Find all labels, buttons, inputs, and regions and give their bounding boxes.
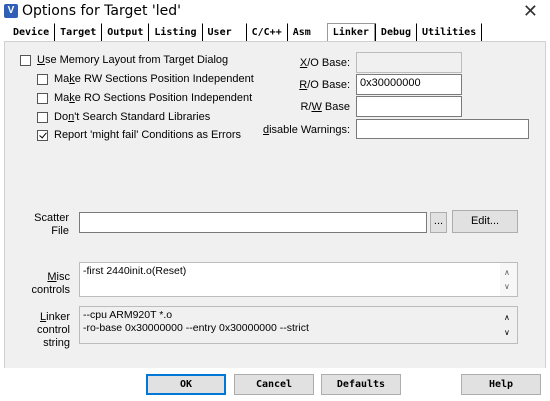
no-std-libs-label: Don't Search Standard Libraries — [54, 111, 211, 123]
ro-base-input[interactable]: 0x30000000 — [356, 74, 462, 95]
scatter-browse-button[interactable]: ... — [430, 212, 447, 233]
linker-control-line: -ro-base 0x30000000 --entry 0x30000000 -… — [83, 322, 309, 334]
ro-independent-option[interactable]: Make RO Sections Position Independent — [37, 92, 252, 104]
dialog-button-bar: OK Cancel Defaults Help — [0, 368, 550, 401]
ro-independent-label: Make RO Sections Position Independent — [54, 92, 253, 104]
no-std-libs-option[interactable]: Don't Search Standard Libraries — [37, 111, 210, 123]
tab-linker[interactable]: Linker — [326, 23, 375, 42]
use-memory-layout-option[interactable]: Use Memory Layout from Target Dialog — [20, 54, 228, 66]
rw-base-input[interactable] — [356, 96, 462, 117]
linker-control-label: Linker control string — [36, 311, 70, 349]
tab-output[interactable]: Output — [101, 23, 149, 41]
scroll-up-icon[interactable]: ∧ — [504, 266, 510, 279]
rw-base-label: R/W Base — [300, 101, 350, 113]
xo-base-input[interactable] — [356, 52, 462, 73]
might-fail-label: Report 'might fail' Conditions as Errors — [54, 129, 241, 141]
tab-listing[interactable]: Listing — [148, 23, 202, 41]
linker-control-line: --cpu ARM920T *.o — [83, 309, 173, 321]
window-title: Options for Target 'led' — [22, 3, 182, 19]
scroll-up-icon[interactable]: ∧ — [504, 311, 510, 324]
tab-user[interactable]: User — [201, 23, 246, 41]
use-memory-layout-checkbox[interactable] — [20, 54, 31, 66]
rw-independent-checkbox[interactable] — [37, 73, 48, 85]
close-icon[interactable]: ✕ — [523, 1, 538, 22]
tab-device[interactable]: Device — [8, 23, 55, 41]
tab-cpp[interactable]: C/C++ — [245, 23, 287, 41]
use-memory-layout-label: Use Memory Layout from Target Dialog — [37, 54, 229, 66]
no-std-libs-checkbox[interactable] — [37, 111, 48, 123]
linker-scrollbar[interactable]: ∧ ∨ — [500, 307, 517, 343]
misc-controls-text: -first 2440init.o(Reset) — [83, 265, 187, 277]
rw-independent-option[interactable]: Make RW Sections Position Independent — [37, 73, 254, 85]
linker-control-string[interactable]: --cpu ARM920T *.o -ro-base 0x30000000 --… — [79, 306, 518, 344]
cancel-button[interactable]: Cancel — [234, 374, 314, 395]
tab-asm[interactable]: Asm — [286, 23, 327, 41]
rw-independent-label: Make RW Sections Position Independent — [54, 73, 254, 85]
defaults-button[interactable]: Defaults — [321, 374, 401, 395]
scroll-down-icon[interactable]: ∨ — [504, 326, 510, 339]
scatter-edit-button[interactable]: Edit... — [452, 210, 518, 233]
misc-scrollbar[interactable]: ∧ ∨ — [500, 263, 517, 296]
disable-warnings-input[interactable] — [356, 119, 529, 139]
misc-controls-textarea[interactable]: -first 2440init.o(Reset) ∧ ∨ — [79, 262, 518, 297]
scatter-file-label: Scatter File — [34, 212, 69, 237]
title-bar: V Options for Target 'led' ✕ — [0, 0, 550, 24]
keil-app-icon: V — [4, 4, 18, 18]
linker-options-panel: Use Memory Layout from Target Dialog Mak… — [4, 41, 546, 370]
misc-controls-label: Misc controls — [31, 271, 70, 296]
ro-independent-checkbox[interactable] — [37, 92, 48, 104]
ok-button[interactable]: OK — [146, 374, 226, 395]
xo-base-label: X/O Base: — [299, 57, 350, 69]
tab-strip: Device Target Output Listing User C/C++ … — [8, 22, 483, 42]
tab-utilities[interactable]: Utilities — [416, 23, 483, 41]
disable-warnings-label: disable Warnings: — [262, 124, 350, 136]
tab-debug[interactable]: Debug — [374, 23, 417, 41]
might-fail-checkbox[interactable] — [37, 129, 48, 141]
scroll-down-icon[interactable]: ∨ — [504, 280, 510, 293]
help-button[interactable]: Help — [461, 374, 541, 395]
ro-base-label: R/O Base: — [299, 79, 350, 91]
might-fail-option[interactable]: Report 'might fail' Conditions as Errors — [37, 129, 241, 141]
scatter-file-input[interactable] — [79, 212, 427, 233]
tab-target[interactable]: Target — [54, 23, 102, 41]
